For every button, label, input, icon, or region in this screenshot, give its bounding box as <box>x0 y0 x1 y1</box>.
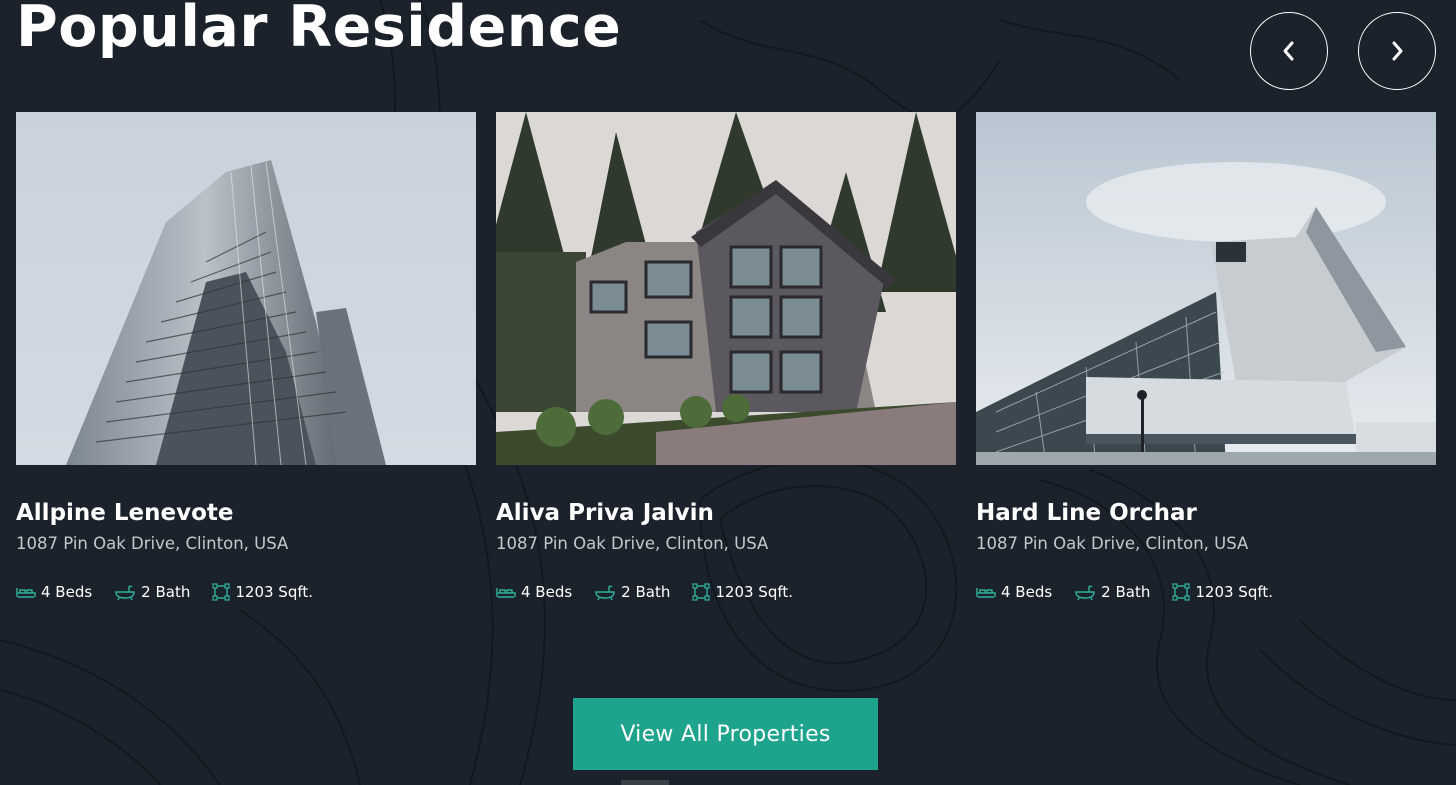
area-spec: 1203 Sqft. <box>212 583 313 601</box>
beds-label: 4 Beds <box>41 583 93 601</box>
beds-spec: 4 Beds <box>496 583 572 601</box>
area-spec: 1203 Sqft. <box>1172 583 1273 601</box>
modern-building-photo[interactable] <box>976 112 1436 465</box>
property-carousel: Allpine Lenevote 1087 Pin Oak Drive, Cli… <box>16 112 1436 632</box>
property-address: 1087 Pin Oak Drive, Clinton, USA <box>496 534 769 553</box>
bathtub-icon <box>595 585 615 600</box>
view-all-properties-button[interactable]: View All Properties <box>573 698 878 770</box>
area-spec: 1203 Sqft. <box>692 583 793 601</box>
bath-label: 2 Bath <box>1101 583 1151 601</box>
bath-spec: 2 Bath <box>114 583 190 601</box>
beds-spec: 4 Beds <box>16 583 92 601</box>
beds-label: 4 Beds <box>1001 583 1053 601</box>
carousel-prev-button[interactable] <box>1250 12 1328 90</box>
property-address: 1087 Pin Oak Drive, Clinton, USA <box>976 534 1249 553</box>
mountain-house-photo[interactable] <box>496 112 956 465</box>
bed-icon <box>16 588 36 598</box>
area-icon <box>692 583 710 601</box>
property-name[interactable]: Hard Line Orchar <box>976 497 1436 529</box>
bed-icon <box>496 588 516 598</box>
scroll-indicator <box>621 780 669 785</box>
bath-spec: 2 Bath <box>594 583 670 601</box>
beds-label: 4 Beds <box>521 583 573 601</box>
carousel-next-button[interactable] <box>1358 12 1436 90</box>
chevron-right-icon <box>1392 41 1403 61</box>
chevron-left-icon <box>1283 41 1294 61</box>
bed-icon <box>976 588 996 598</box>
bath-label: 2 Bath <box>141 583 191 601</box>
property-name[interactable]: Aliva Priva Jalvin <box>496 497 956 529</box>
bathtub-icon <box>115 585 135 600</box>
area-label: 1203 Sqft. <box>715 583 794 601</box>
section-title: Popular Residence <box>16 0 622 60</box>
property-card[interactable]: Allpine Lenevote 1087 Pin Oak Drive, Cli… <box>16 112 476 603</box>
bathtub-icon <box>1075 585 1095 600</box>
area-label: 1203 Sqft. <box>235 583 314 601</box>
area-icon <box>212 583 230 601</box>
bath-spec: 2 Bath <box>1074 583 1150 601</box>
skyscraper-photo[interactable] <box>16 112 476 465</box>
area-icon <box>1172 583 1190 601</box>
property-card[interactable]: Hard Line Orchar 1087 Pin Oak Drive, Cli… <box>976 112 1436 603</box>
property-name[interactable]: Allpine Lenevote <box>16 497 476 529</box>
property-specs: 4 Beds 2 Bath 1203 Sqft. <box>976 581 1436 603</box>
property-address: 1087 Pin Oak Drive, Clinton, USA <box>16 534 289 553</box>
area-label: 1203 Sqft. <box>1195 583 1274 601</box>
property-specs: 4 Beds 2 Bath 1203 Sqft. <box>16 581 476 603</box>
bath-label: 2 Bath <box>621 583 671 601</box>
property-specs: 4 Beds 2 Bath 1203 Sqft. <box>496 581 956 603</box>
beds-spec: 4 Beds <box>976 583 1052 601</box>
property-card[interactable]: Aliva Priva Jalvin 1087 Pin Oak Drive, C… <box>496 112 956 603</box>
